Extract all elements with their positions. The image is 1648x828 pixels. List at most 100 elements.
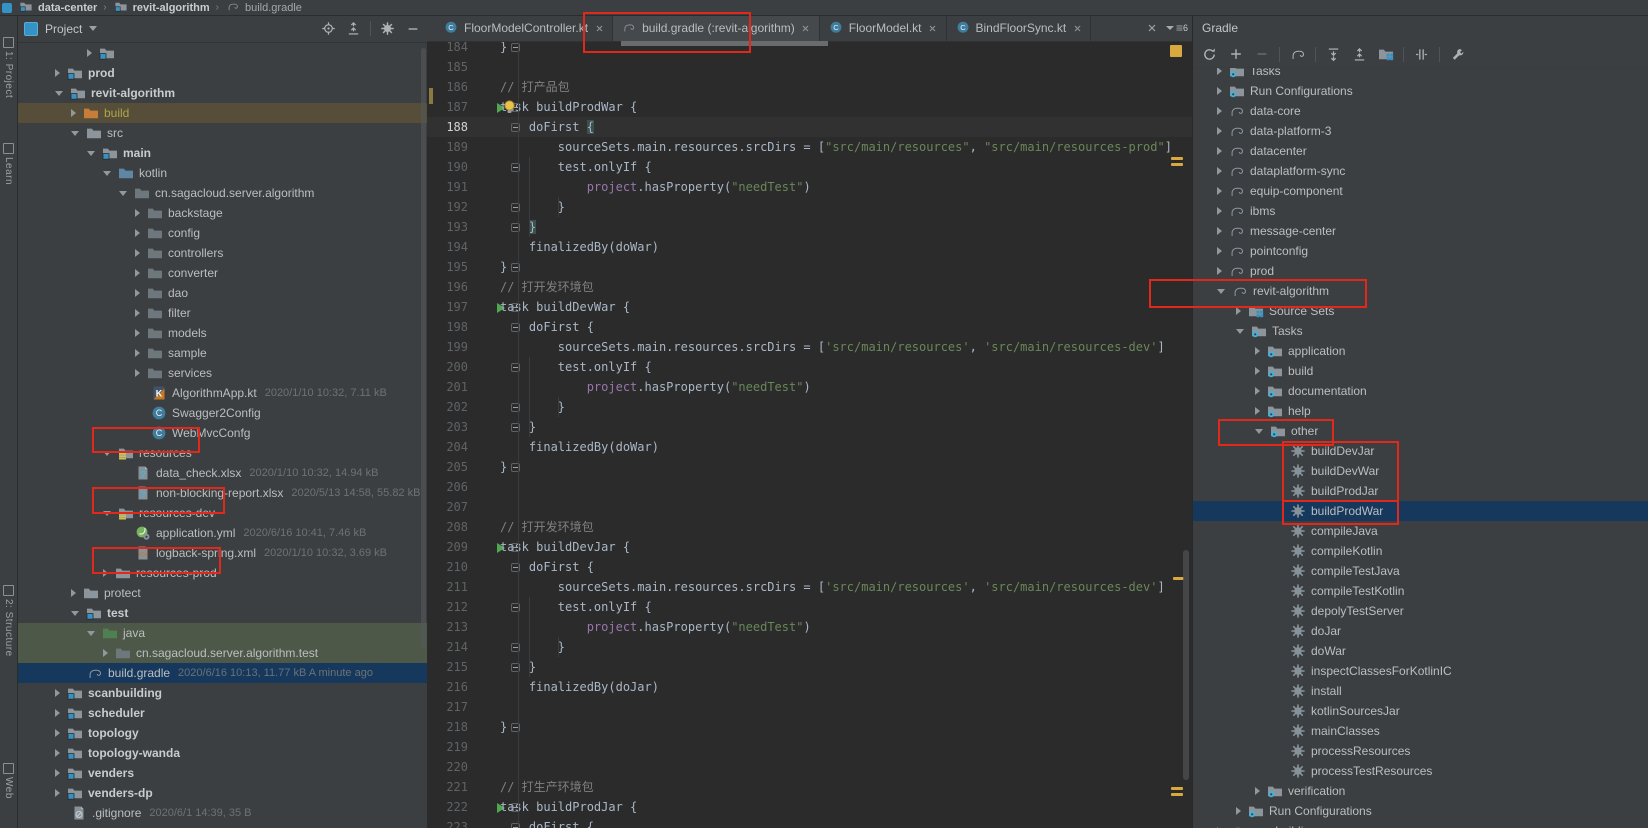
- project-scrollbar[interactable]: [421, 48, 426, 648]
- project-item-cn-sagacloud-server-algorithm-test[interactable]: cn.sagacloud.server.algorithm.test: [17, 643, 427, 663]
- gradle-item-message-center[interactable]: message-center: [1193, 221, 1648, 241]
- project-item-revit-algorithm[interactable]: revit-algorithm: [17, 83, 427, 103]
- tab-close-icon[interactable]: [1072, 23, 1082, 33]
- project-item-resources-prod[interactable]: resources-prod: [17, 563, 427, 583]
- gradle-plus-button[interactable]: [1227, 46, 1244, 63]
- tree-expand-arrow[interactable]: [1255, 407, 1260, 415]
- warning-stripe-mark[interactable]: [1171, 157, 1183, 160]
- gradle-item-build[interactable]: build: [1193, 361, 1648, 381]
- gradle-item-compiletestkotlin[interactable]: compileTestKotlin: [1193, 581, 1648, 601]
- gradle-item-processtestresources[interactable]: processTestResources: [1193, 761, 1648, 781]
- gradle-item-documentation[interactable]: documentation: [1193, 381, 1648, 401]
- breadcrumb-item-data-center[interactable]: data-center: [18, 0, 97, 17]
- gradle-item-buildprodwar[interactable]: buildProdWar: [1193, 501, 1648, 521]
- warning-stripe-mark[interactable]: [1171, 793, 1183, 796]
- project-item-build-gradle[interactable]: build.gradle2020/5/14 14:15, 2.72 kB: [17, 823, 427, 828]
- project-item-swagger2config[interactable]: CSwagger2Config: [17, 403, 427, 423]
- tree-expand-arrow[interactable]: [55, 91, 63, 96]
- project-item-scanbuilding[interactable]: scanbuilding: [17, 683, 427, 703]
- gradle-item-other[interactable]: other: [1193, 421, 1648, 441]
- project-item-services[interactable]: services: [17, 363, 427, 383]
- tree-expand-arrow[interactable]: [87, 49, 92, 57]
- gradle-item-dowar[interactable]: doWar: [1193, 641, 1648, 661]
- tree-expand-arrow[interactable]: [71, 611, 79, 616]
- inspection-status-square[interactable]: [1170, 45, 1182, 57]
- gradle-item-datacenter[interactable]: datacenter: [1193, 141, 1648, 161]
- hidden-tabs-dropdown[interactable]: ≡ 6: [1166, 21, 1188, 35]
- project-item-topology-wanda[interactable]: topology-wanda: [17, 743, 427, 763]
- tool-window-button-2-structure[interactable]: 2: Structure: [0, 585, 17, 657]
- gradle-item-data-platform-3[interactable]: data-platform-3: [1193, 121, 1648, 141]
- tree-expand-arrow[interactable]: [87, 631, 95, 636]
- tree-expand-arrow[interactable]: [55, 789, 60, 797]
- tree-expand-arrow[interactable]: [71, 131, 79, 136]
- gradle-refresh-button[interactable]: [1201, 46, 1218, 63]
- tree-expand-arrow[interactable]: [55, 69, 60, 77]
- tree-expand-arrow[interactable]: [1255, 347, 1260, 355]
- project-item-backstage[interactable]: backstage: [17, 203, 427, 223]
- tree-expand-arrow[interactable]: [135, 309, 140, 317]
- project-item-filter[interactable]: filter: [17, 303, 427, 323]
- gradle-item-equip-component[interactable]: equip-component: [1193, 181, 1648, 201]
- tree-expand-arrow[interactable]: [135, 249, 140, 257]
- tab-bindfloorsync-kt[interactable]: CBindFloorSync.kt: [947, 15, 1092, 41]
- project-item-non-blocking-report-xlsx[interactable]: ?non-blocking-report.xlsx2020/5/13 14:58…: [17, 483, 427, 503]
- project-item-resources[interactable]: resources: [17, 443, 427, 463]
- project-item-controllers[interactable]: controllers: [17, 243, 427, 263]
- gradle-item-prod[interactable]: prod: [1193, 261, 1648, 281]
- project-hide-button[interactable]: [404, 20, 421, 37]
- project-settings-button[interactable]: [379, 20, 396, 37]
- gradle-item-revit-algorithm[interactable]: revit-algorithm: [1193, 281, 1648, 301]
- tree-expand-arrow[interactable]: [1236, 307, 1241, 315]
- tree-expand-arrow[interactable]: [103, 171, 111, 176]
- editor-scrollbar[interactable]: [1183, 550, 1189, 780]
- project-item-java[interactable]: java: [17, 623, 427, 643]
- tree-expand-arrow[interactable]: [1217, 147, 1222, 155]
- tab-close-icon[interactable]: [801, 23, 811, 33]
- breadcrumb-item-revit-algorithm[interactable]: revit-algorithm: [113, 0, 210, 17]
- tab-floormodelcontroller-kt[interactable]: CFloorModelController.kt: [435, 15, 613, 41]
- gradle-item-pointconfig[interactable]: pointconfig: [1193, 241, 1648, 261]
- tree-expand-arrow[interactable]: [55, 729, 60, 737]
- tab-build-gradle-revit-algorithm[interactable]: build.gradle (:revit-algorithm): [613, 15, 820, 41]
- gradle-minus-button[interactable]: [1253, 46, 1270, 63]
- gradle-item-dojar[interactable]: doJar: [1193, 621, 1648, 641]
- tree-expand-arrow[interactable]: [1217, 67, 1222, 75]
- project-item-application-yml[interactable]: application.yml2020/6/16 10:41, 7.46 kB: [17, 523, 427, 543]
- warning-stripe-mark[interactable]: [1171, 787, 1183, 790]
- tree-expand-arrow[interactable]: [103, 451, 111, 456]
- editor-area[interactable]: 184}185186// 打产品包187task buildProdWar {1…: [427, 15, 1192, 828]
- tree-expand-arrow[interactable]: [1236, 329, 1244, 334]
- project-item-gitignore[interactable]: .gitignore2020/6/1 14:39, 35 B: [17, 803, 427, 823]
- gradle-item-source-sets[interactable]: Source Sets: [1193, 301, 1648, 321]
- tree-expand-arrow[interactable]: [1217, 247, 1222, 255]
- gradle-item-processresources[interactable]: processResources: [1193, 741, 1648, 761]
- tree-expand-arrow[interactable]: [1217, 207, 1222, 215]
- code-editor[interactable]: 184}185186// 打产品包187task buildProdWar {1…: [427, 15, 1192, 828]
- gradle-item-install[interactable]: install: [1193, 681, 1648, 701]
- project-item-build[interactable]: build: [17, 103, 427, 123]
- tree-expand-arrow[interactable]: [1217, 289, 1225, 294]
- tab-close-icon[interactable]: [928, 23, 938, 33]
- tree-expand-arrow[interactable]: [119, 191, 127, 196]
- project-item-topology[interactable]: topology: [17, 723, 427, 743]
- tool-window-button-1-project[interactable]: 1: Project: [0, 37, 17, 98]
- project-item-scheduler[interactable]: scheduler: [17, 703, 427, 723]
- gradle-item-depolytestserver[interactable]: depolyTestServer: [1193, 601, 1648, 621]
- tree-expand-arrow[interactable]: [1255, 429, 1263, 434]
- project-item-sample[interactable]: sample: [17, 343, 427, 363]
- gradle-item-verification[interactable]: verification: [1193, 781, 1648, 801]
- warning-stripe-mark[interactable]: [1171, 163, 1183, 166]
- project-item-item[interactable]: [17, 43, 427, 63]
- tree-expand-arrow[interactable]: [1217, 127, 1222, 135]
- project-locate-button[interactable]: [320, 20, 337, 37]
- gradle-item-builddevwar[interactable]: buildDevWar: [1193, 461, 1648, 481]
- tool-window-button-web[interactable]: Web: [0, 763, 17, 799]
- tree-expand-arrow[interactable]: [1217, 267, 1222, 275]
- gradle-item-compiletestjava[interactable]: compileTestJava: [1193, 561, 1648, 581]
- close-icon[interactable]: [1144, 20, 1160, 36]
- gradle-item-ibms[interactable]: ibms: [1193, 201, 1648, 221]
- gradle-item-run-configurations[interactable]: Run Configurations: [1193, 801, 1648, 821]
- gradle-wrench-button[interactable]: [1449, 46, 1466, 63]
- gradle-item-help[interactable]: help: [1193, 401, 1648, 421]
